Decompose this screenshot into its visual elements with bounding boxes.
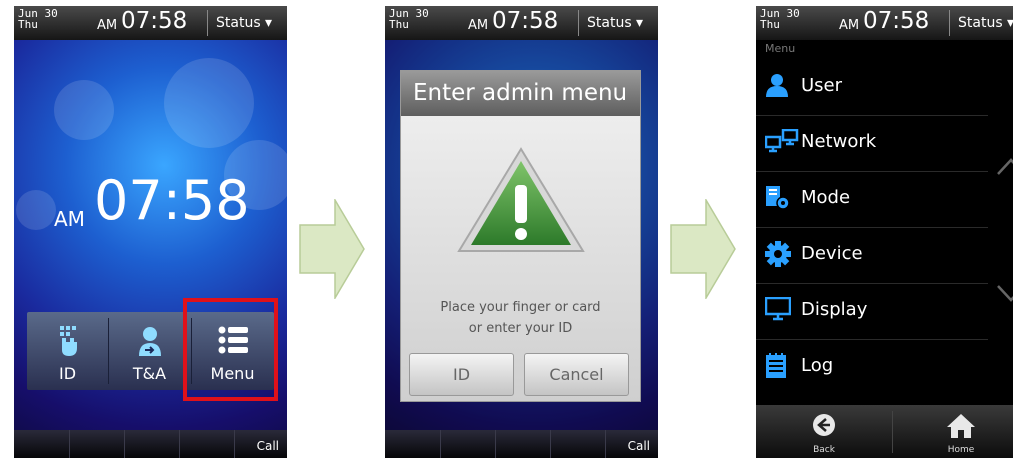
home-button[interactable]: Home [893,405,1013,458]
dialog-cancel-button[interactable]: Cancel [524,353,629,396]
date-weekday: Thu [760,18,780,31]
menu-item-mode[interactable]: Mode [756,172,988,228]
date-weekday: Thu [18,18,38,31]
menu-item-label: User [801,75,843,96]
dialog-message-line2: or enter your ID [468,321,573,336]
bottom-bar: Call [385,430,658,458]
bottom-nav: Back Home [756,405,1013,458]
user-icon [766,74,788,97]
menu-highlight-box [183,298,278,401]
chevron-down-icon[interactable] [996,284,1013,304]
menu-item-label: Display [801,299,868,320]
back-label: Back [813,445,835,455]
idle-screen: Jun 30 Thu AM 07:58 Status ▾ AM 07:58 ID … [14,6,287,458]
flow-arrow-icon [670,199,736,299]
id-button[interactable]: ID [27,312,108,390]
menu-item-display[interactable]: Display [756,284,988,340]
status-ampm: AM [468,18,489,33]
clock-ampm: AM [54,207,85,231]
admin-auth-screen: Jun 30 Thu AM 07:58 Status ▾ Enter admin … [385,6,658,458]
gear-icon [765,241,791,267]
status-ampm: AM [97,18,118,33]
dialog-id-button[interactable]: ID [409,353,514,396]
status-dropdown[interactable]: Status ▾ [949,10,1013,36]
menu-item-device[interactable]: Device [756,228,988,284]
admin-dialog: Enter admin menu Place your finger or ca… [400,70,641,402]
monitor-icon [765,297,791,321]
chevron-up-icon[interactable] [996,156,1013,176]
status-dropdown[interactable]: Status ▾ [578,10,643,36]
mode-icon [766,186,790,210]
status-time: 07:58 [121,8,188,34]
warning-icon [457,147,585,252]
menu-header: Menu [765,42,796,55]
bottom-bar: Call [14,430,287,458]
home-label: Home [947,445,975,455]
date-weekday: Thu [389,18,409,31]
menu-item-label: Log [801,355,834,376]
menu-item-network[interactable]: Network [756,116,988,172]
menu-item-label: Device [801,243,863,264]
fingerprint-hand-icon [59,326,77,356]
clock-time: 07:58 [94,169,250,232]
status-time: 07:58 [492,8,559,34]
call-button[interactable]: Call [628,439,650,453]
status-bar: Jun 30 Thu AM 07:58 Status ▾ [756,6,1013,40]
back-arrow-icon [813,414,835,436]
admin-menu-screen: Jun 30 Thu AM 07:58 Status ▾ Menu User Ne… [756,6,1013,458]
status-bar: Jun 30 Thu AM 07:58 Status ▾ [385,6,658,40]
ta-button[interactable]: T&A [109,312,190,390]
log-icon [766,353,786,378]
menu-item-label: Network [801,131,877,152]
home-icon [947,414,975,438]
status-time: 07:58 [863,8,930,34]
flow-arrow-icon [299,199,365,299]
time-attendance-icon [138,327,161,356]
ta-button-label: T&A [132,364,167,383]
menu-item-label: Mode [801,187,851,208]
status-ampm: AM [839,18,860,33]
dialog-title: Enter admin menu [401,71,640,116]
menu-item-log[interactable]: Log [756,340,988,395]
dialog-message-line1: Place your finger or card [440,300,601,315]
network-icon [765,129,799,153]
menu-item-user[interactable]: User [756,60,988,116]
status-bar: Jun 30 Thu AM 07:58 Status ▾ [14,6,287,40]
id-button-label: ID [58,364,77,383]
status-dropdown[interactable]: Status ▾ [207,10,272,36]
call-button[interactable]: Call [257,439,279,453]
back-button[interactable]: Back [756,405,892,458]
